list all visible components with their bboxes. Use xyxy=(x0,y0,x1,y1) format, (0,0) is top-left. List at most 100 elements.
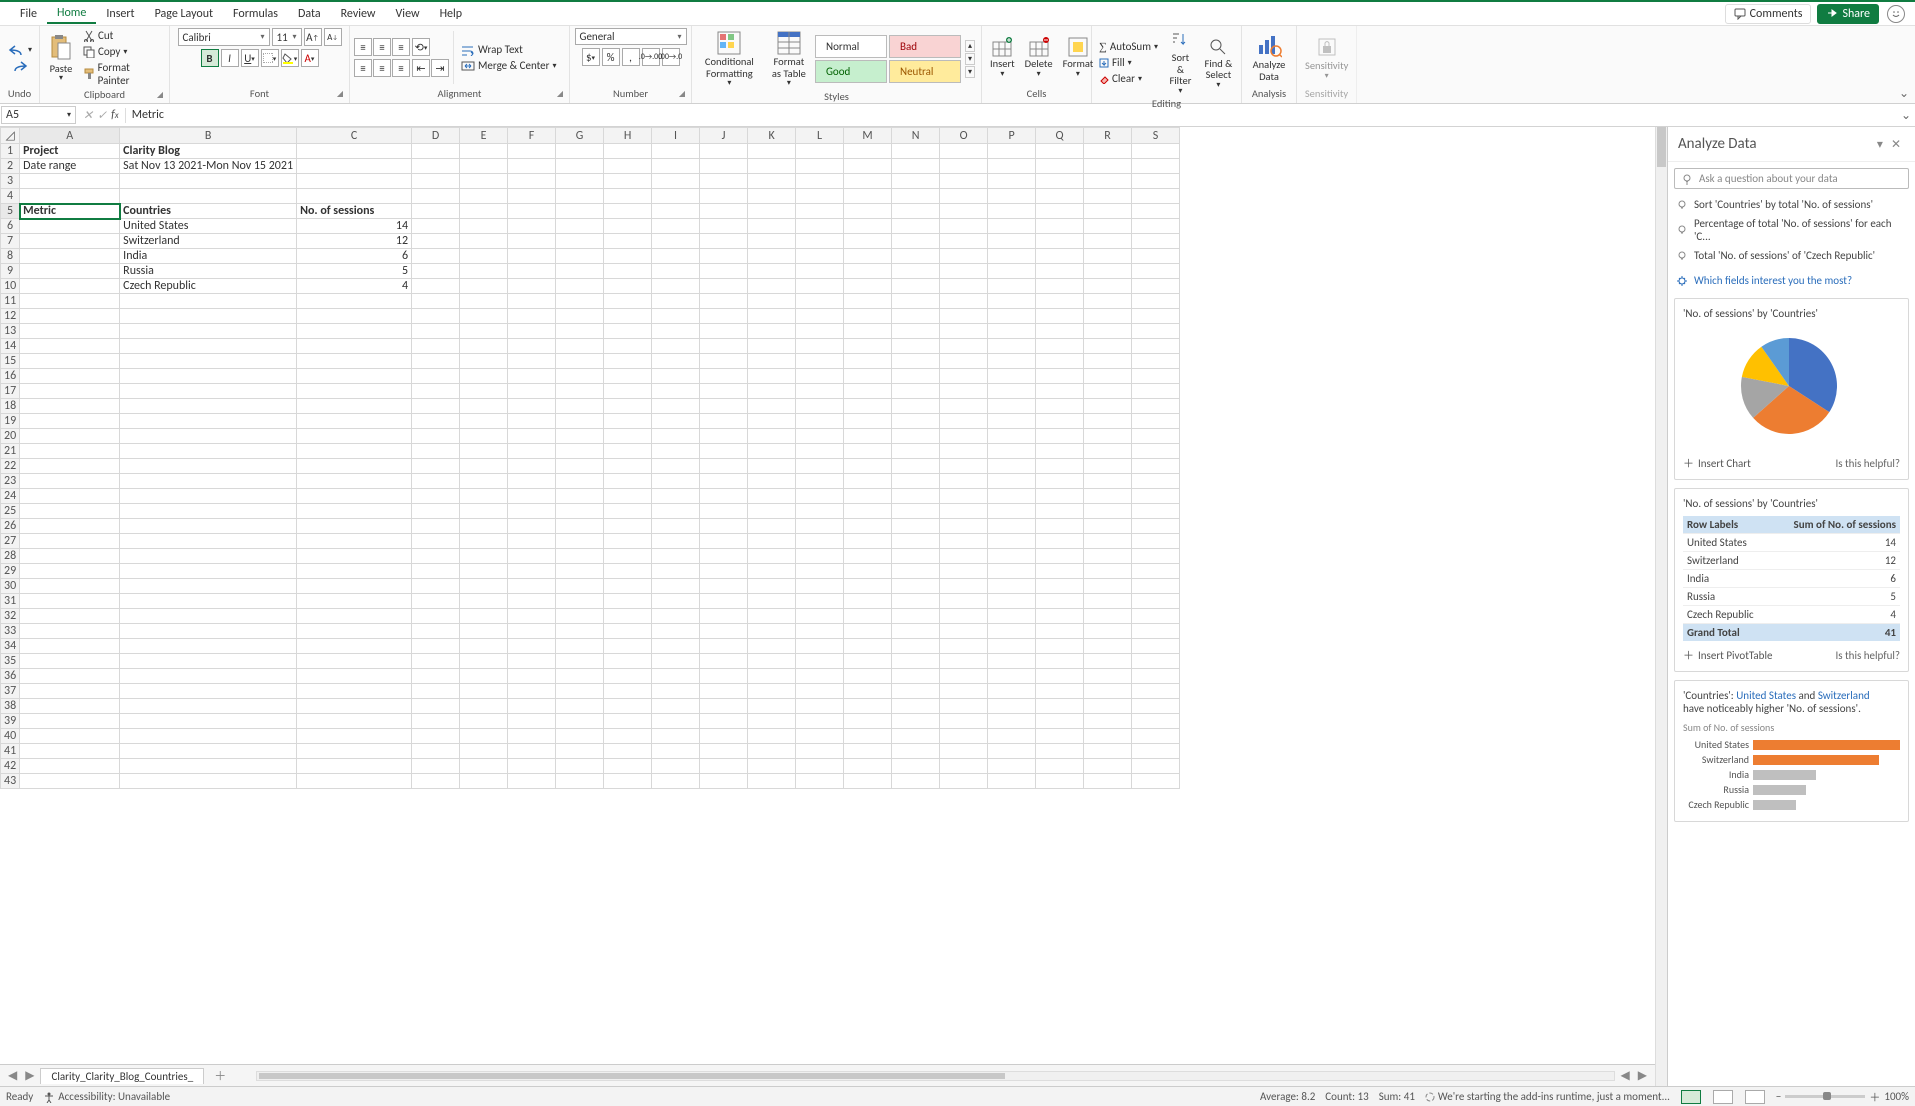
cell-O21[interactable] xyxy=(940,444,988,459)
cell-O4[interactable] xyxy=(940,189,988,204)
zoom-out-button[interactable]: − xyxy=(1776,1090,1781,1103)
cell-P8[interactable] xyxy=(988,249,1036,264)
cell-J29[interactable] xyxy=(700,564,748,579)
cell-N2[interactable] xyxy=(892,159,940,174)
cell-E4[interactable] xyxy=(460,189,508,204)
cell-E24[interactable] xyxy=(460,489,508,504)
cell-S12[interactable] xyxy=(1132,309,1180,324)
cell-R24[interactable] xyxy=(1084,489,1132,504)
cell-H30[interactable] xyxy=(604,579,652,594)
cell-B38[interactable] xyxy=(120,699,297,714)
cell-I40[interactable] xyxy=(652,729,700,744)
cell-J42[interactable] xyxy=(700,759,748,774)
cell-K5[interactable] xyxy=(748,204,796,219)
cell-K18[interactable] xyxy=(748,399,796,414)
cell-D5[interactable] xyxy=(412,204,460,219)
row-header-42[interactable]: 42 xyxy=(1,759,20,774)
cell-M39[interactable] xyxy=(844,714,892,729)
cell-I28[interactable] xyxy=(652,549,700,564)
copy-button[interactable]: Copy▾ xyxy=(80,44,165,59)
cell-style-bad[interactable]: Bad xyxy=(889,35,961,58)
cell-N39[interactable] xyxy=(892,714,940,729)
cell-M30[interactable] xyxy=(844,579,892,594)
cell-J38[interactable] xyxy=(700,699,748,714)
cell-S34[interactable] xyxy=(1132,639,1180,654)
cell-L5[interactable] xyxy=(796,204,844,219)
cell-S23[interactable] xyxy=(1132,474,1180,489)
cell-D26[interactable] xyxy=(412,519,460,534)
font-launcher[interactable]: ◢ xyxy=(337,89,343,99)
tab-formulas[interactable]: Formulas xyxy=(223,5,288,23)
cell-S4[interactable] xyxy=(1132,189,1180,204)
cell-H40[interactable] xyxy=(604,729,652,744)
cell-E36[interactable] xyxy=(460,669,508,684)
cell-Q42[interactable] xyxy=(1036,759,1084,774)
cell-L27[interactable] xyxy=(796,534,844,549)
cell-A21[interactable] xyxy=(20,444,120,459)
cell-J13[interactable] xyxy=(700,324,748,339)
cell-D34[interactable] xyxy=(412,639,460,654)
cell-E38[interactable] xyxy=(460,699,508,714)
cell-H5[interactable] xyxy=(604,204,652,219)
cell-C22[interactable] xyxy=(297,459,412,474)
cell-N12[interactable] xyxy=(892,309,940,324)
cell-O20[interactable] xyxy=(940,429,988,444)
cell-J19[interactable] xyxy=(700,414,748,429)
cell-P16[interactable] xyxy=(988,369,1036,384)
cell-A38[interactable] xyxy=(20,699,120,714)
cell-D14[interactable] xyxy=(412,339,460,354)
cell-Q31[interactable] xyxy=(1036,594,1084,609)
col-header-J[interactable]: J xyxy=(700,128,748,144)
cut-button[interactable]: Cut xyxy=(80,28,165,43)
cell-M36[interactable] xyxy=(844,669,892,684)
conditional-formatting-button[interactable]: Conditional Formatting▾ xyxy=(696,28,763,90)
cell-D7[interactable] xyxy=(412,234,460,249)
cell-E40[interactable] xyxy=(460,729,508,744)
bold-button[interactable]: B xyxy=(201,49,219,67)
cell-O41[interactable] xyxy=(940,744,988,759)
cell-G24[interactable] xyxy=(556,489,604,504)
format-painter-button[interactable]: Format Painter xyxy=(80,60,165,88)
cell-D29[interactable] xyxy=(412,564,460,579)
cell-B25[interactable] xyxy=(120,504,297,519)
cell-C21[interactable] xyxy=(297,444,412,459)
cell-E11[interactable] xyxy=(460,294,508,309)
cell-S7[interactable] xyxy=(1132,234,1180,249)
cell-D25[interactable] xyxy=(412,504,460,519)
cell-P10[interactable] xyxy=(988,279,1036,294)
cell-I21[interactable] xyxy=(652,444,700,459)
cell-G5[interactable] xyxy=(556,204,604,219)
cell-P18[interactable] xyxy=(988,399,1036,414)
sheet-nav-next[interactable]: ▶ xyxy=(23,1068,36,1083)
cell-F4[interactable] xyxy=(508,189,556,204)
cell-N26[interactable] xyxy=(892,519,940,534)
cell-L24[interactable] xyxy=(796,489,844,504)
cell-H23[interactable] xyxy=(604,474,652,489)
cell-R17[interactable] xyxy=(1084,384,1132,399)
cell-C26[interactable] xyxy=(297,519,412,534)
analyze-search-input[interactable]: Ask a question about your data xyxy=(1674,168,1909,189)
cell-D10[interactable] xyxy=(412,279,460,294)
cell-G10[interactable] xyxy=(556,279,604,294)
row-header-24[interactable]: 24 xyxy=(1,489,20,504)
cell-B19[interactable] xyxy=(120,414,297,429)
cell-R10[interactable] xyxy=(1084,279,1132,294)
cell-R21[interactable] xyxy=(1084,444,1132,459)
cell-F20[interactable] xyxy=(508,429,556,444)
undo-button[interactable]: ▾ xyxy=(4,43,35,57)
cell-J18[interactable] xyxy=(700,399,748,414)
cell-I37[interactable] xyxy=(652,684,700,699)
cell-S39[interactable] xyxy=(1132,714,1180,729)
cell-A11[interactable] xyxy=(20,294,120,309)
cell-D22[interactable] xyxy=(412,459,460,474)
cell-N22[interactable] xyxy=(892,459,940,474)
cell-L42[interactable] xyxy=(796,759,844,774)
cell-D39[interactable] xyxy=(412,714,460,729)
cell-E16[interactable] xyxy=(460,369,508,384)
cell-A10[interactable] xyxy=(20,279,120,294)
cell-K10[interactable] xyxy=(748,279,796,294)
cell-G43[interactable] xyxy=(556,774,604,789)
cell-O39[interactable] xyxy=(940,714,988,729)
cell-Q35[interactable] xyxy=(1036,654,1084,669)
clipboard-launcher[interactable]: ◢ xyxy=(157,90,163,100)
